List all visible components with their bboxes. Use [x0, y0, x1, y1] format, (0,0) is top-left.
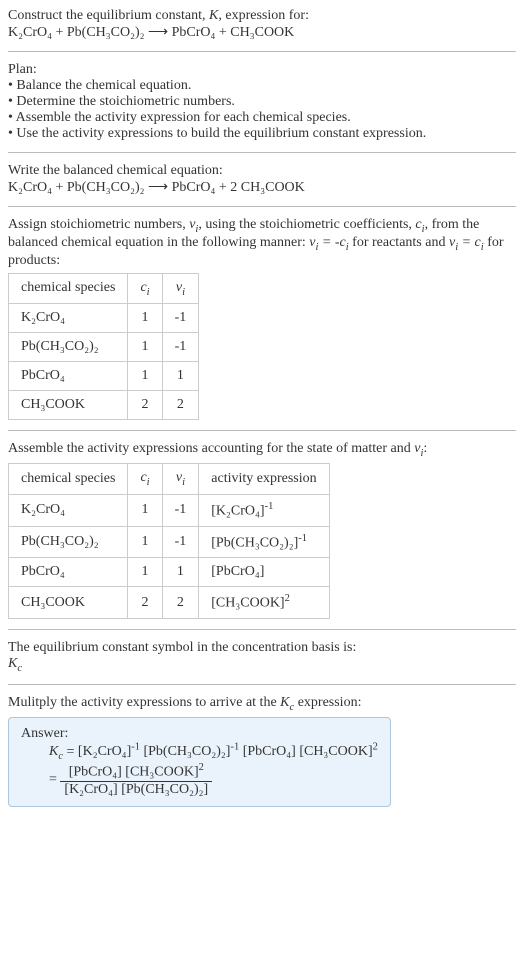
col-nui: νi	[162, 273, 199, 304]
cell-species: PbCrO₄	[9, 362, 128, 391]
cell-ci: 2	[128, 587, 162, 619]
equals: =	[63, 744, 78, 759]
stoich-table: chemical species ci νi K₂CrO₄ 1 -1 Pb(CH…	[8, 273, 199, 421]
table-row: K₂CrO₄ 1 -1 [K₂CrO₄]-1	[9, 494, 330, 526]
col-species: chemical species	[9, 273, 128, 304]
cell-ci: 1	[128, 304, 162, 333]
kc-symbol: Kc	[49, 744, 63, 759]
cell-nui: 2	[162, 391, 199, 420]
divider	[8, 206, 516, 207]
plan-bullet: • Assemble the activity expression for e…	[8, 110, 516, 126]
cell-ci: 1	[128, 526, 162, 558]
nu-relation: νi = ci	[449, 235, 484, 250]
cell-species: CH₃COOK	[9, 391, 128, 420]
col-species: chemical species	[9, 464, 128, 495]
term: [K₂CrO₄]-1	[78, 744, 140, 759]
intro-equation: K₂CrO₄ + Pb(CH₃CO₂)₂ ⟶ PbCrO₄ + CH₃COOK	[8, 25, 294, 40]
stoich-text: , using the stoichiometric coefficients,	[198, 217, 415, 232]
cell-nui: -1	[162, 333, 199, 362]
activity-section: Assemble the activity expressions accoun…	[8, 441, 516, 619]
stoich-text: for reactants and	[349, 235, 449, 250]
term: [PbCrO₄] [CH₃COOK]2	[239, 744, 378, 759]
balanced-title: Write the balanced chemical equation:	[8, 163, 516, 179]
cell-activity: [Pb(CH₃CO₂)₂]-1	[199, 526, 329, 558]
cell-activity: [CH₃COOK]2	[199, 587, 329, 619]
activity-text: Assemble the activity expressions accoun…	[8, 441, 414, 456]
activity-table: chemical species ci νi activity expressi…	[8, 463, 330, 619]
plan-bullet: • Use the activity expressions to build …	[8, 126, 516, 142]
answer-box: Answer: Kc = [K₂CrO₄]-1 [Pb(CH₃CO₂)₂]-1 …	[8, 717, 391, 807]
activity-text: :	[423, 441, 427, 456]
cell-species: PbCrO₄	[9, 558, 128, 587]
kc-symbol: Kc	[280, 695, 294, 710]
plan-bullet: • Balance the chemical equation.	[8, 78, 516, 94]
cell-nui: 1	[162, 362, 199, 391]
table-row: Pb(CH₃CO₂)₂ 1 -1	[9, 333, 199, 362]
plan-section: Plan: • Balance the chemical equation. •…	[8, 62, 516, 142]
divider	[8, 51, 516, 52]
kc-symbol: Kc	[8, 656, 516, 674]
col-activity: activity expression	[199, 464, 329, 495]
cell-species: Pb(CH₃CO₂)₂	[9, 526, 128, 558]
cell-species: K₂CrO₄	[9, 494, 128, 526]
multiply-section: Mulitply the activity expressions to arr…	[8, 695, 516, 807]
divider	[8, 629, 516, 630]
fraction: [PbCrO₄] [CH₃COOK]2 [K₂CrO₄] [Pb(CH₃CO₂)…	[60, 762, 212, 798]
cell-species: K₂CrO₄	[9, 304, 128, 333]
table-header-row: chemical species ci νi activity expressi…	[9, 464, 330, 495]
cell-ci: 1	[128, 494, 162, 526]
plan-bullet: • Determine the stoichiometric numbers.	[8, 94, 516, 110]
cell-activity: [PbCrO₄]	[199, 558, 329, 587]
table-row: CH₃COOK 2 2	[9, 391, 199, 420]
table-row: K₂CrO₄ 1 -1	[9, 304, 199, 333]
table-row: PbCrO₄ 1 1	[9, 362, 199, 391]
stoich-text: Assign stoichiometric numbers,	[8, 217, 189, 232]
intro-text: Construct the equilibrium constant,	[8, 8, 209, 23]
divider	[8, 684, 516, 685]
plan-title: Plan:	[8, 62, 516, 78]
nu-relation: νi = -ci	[309, 235, 348, 250]
intro-section: Construct the equilibrium constant, K, e…	[8, 8, 516, 41]
cell-ci: 1	[128, 362, 162, 391]
divider	[8, 152, 516, 153]
table-header-row: chemical species ci νi	[9, 273, 199, 304]
k-symbol: K	[209, 8, 218, 23]
col-ci: ci	[128, 464, 162, 495]
cell-nui: -1	[162, 494, 199, 526]
numerator: [PbCrO₄] [CH₃COOK]2	[60, 762, 212, 782]
cell-activity: [K₂CrO₄]-1	[199, 494, 329, 526]
intro-text2: , expression for:	[218, 8, 309, 23]
answer-line1: Kc = [K₂CrO₄]-1 [Pb(CH₃CO₂)₂]-1 [PbCrO₄]…	[49, 742, 378, 762]
multiply-text: expression:	[294, 695, 361, 710]
cell-nui: -1	[162, 526, 199, 558]
multiply-text: Mulitply the activity expressions to arr…	[8, 695, 280, 710]
balanced-section: Write the balanced chemical equation: K₂…	[8, 163, 516, 196]
col-nui: νi	[162, 464, 199, 495]
cell-nui: 2	[162, 587, 199, 619]
table-row: PbCrO₄ 1 1 [PbCrO₄]	[9, 558, 330, 587]
cell-nui: -1	[162, 304, 199, 333]
nu-symbol: νi	[189, 217, 198, 232]
cell-nui: 1	[162, 558, 199, 587]
cell-ci: 1	[128, 333, 162, 362]
answer-line2: = [PbCrO₄] [CH₃COOK]2 [K₂CrO₄] [Pb(CH₃CO…	[49, 762, 378, 798]
stoich-section: Assign stoichiometric numbers, νi, using…	[8, 217, 516, 420]
symbol-section: The equilibrium constant symbol in the c…	[8, 640, 516, 674]
c-symbol: ci	[415, 217, 424, 232]
divider	[8, 430, 516, 431]
answer-title: Answer:	[21, 726, 378, 742]
col-ci: ci	[128, 273, 162, 304]
cell-ci: 2	[128, 391, 162, 420]
cell-species: Pb(CH₃CO₂)₂	[9, 333, 128, 362]
table-row: CH₃COOK 2 2 [CH₃COOK]2	[9, 587, 330, 619]
term: [Pb(CH₃CO₂)₂]-1	[140, 744, 239, 759]
cell-species: CH₃COOK	[9, 587, 128, 619]
cell-ci: 1	[128, 558, 162, 587]
symbol-text: The equilibrium constant symbol in the c…	[8, 640, 516, 656]
balanced-equation: K₂CrO₄ + Pb(CH₃CO₂)₂ ⟶ PbCrO₄ + 2 CH₃COO…	[8, 179, 516, 196]
equals: =	[49, 772, 60, 787]
table-row: Pb(CH₃CO₂)₂ 1 -1 [Pb(CH₃CO₂)₂]-1	[9, 526, 330, 558]
denominator: [K₂CrO₄] [Pb(CH₃CO₂)₂]	[60, 782, 212, 798]
